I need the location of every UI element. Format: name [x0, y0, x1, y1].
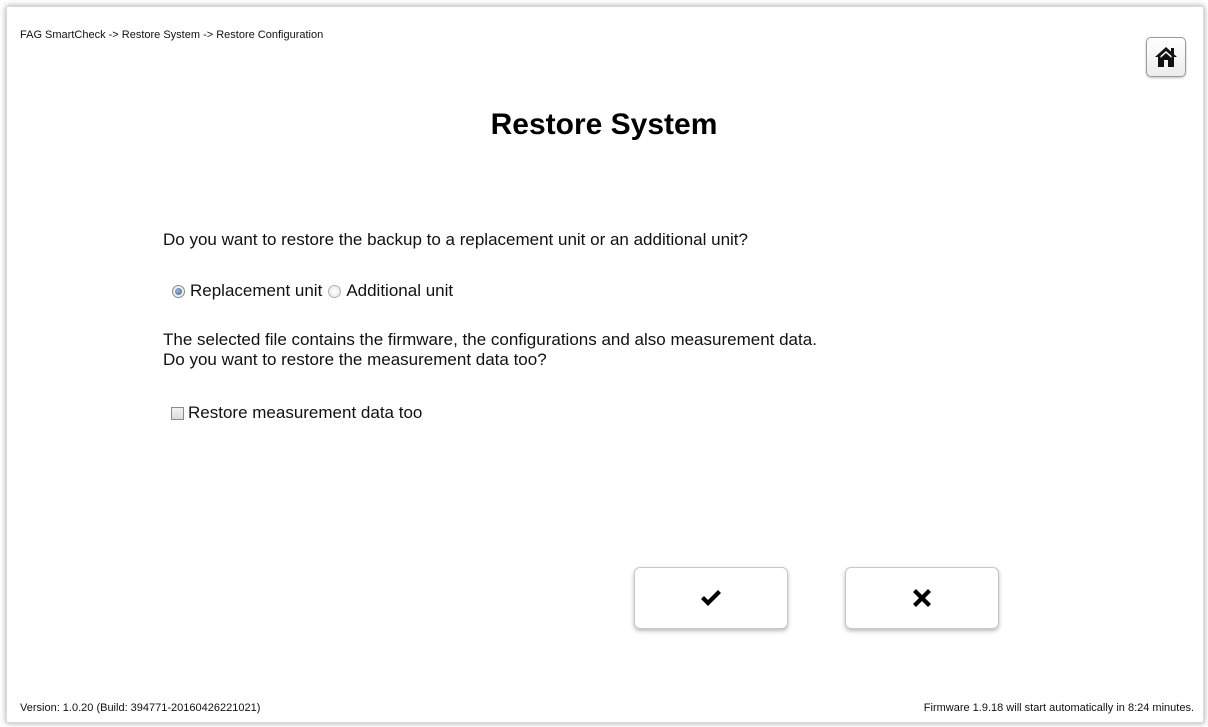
breadcrumb: FAG SmartCheck -> Restore System -> Rest… [20, 29, 324, 41]
home-button[interactable] [1146, 37, 1186, 77]
home-icon [1155, 47, 1177, 67]
restore-measurement-option: Restore measurement data too [171, 403, 422, 423]
restore-measurement-checkbox[interactable] [171, 406, 184, 420]
close-icon [913, 589, 931, 607]
restore-measurement-label[interactable]: Restore measurement data too [188, 403, 422, 423]
unit-question: Do you want to restore the backup to a r… [163, 230, 748, 249]
unit-radio-group: Replacement unit Additional unit [172, 281, 459, 301]
measurement-info: The selected file contains the firmware,… [163, 330, 817, 370]
info-line-2: Do you want to restore the measurement d… [163, 350, 547, 369]
confirm-button[interactable] [634, 567, 788, 629]
check-icon [701, 590, 721, 606]
replacement-unit-label[interactable]: Replacement unit [190, 281, 322, 301]
replacement-unit-radio[interactable] [172, 284, 185, 298]
version-info: Version: 1.0.20 (Build: 394771-201604262… [20, 702, 261, 714]
info-line-1: The selected file contains the firmware,… [163, 330, 817, 349]
page-title: Restore System [490, 108, 718, 141]
firmware-notice: Firmware 1.9.18 will start automatically… [923, 702, 1194, 714]
additional-unit-radio[interactable] [328, 284, 342, 298]
cancel-button[interactable] [845, 567, 999, 629]
additional-unit-label[interactable]: Additional unit [346, 281, 453, 301]
